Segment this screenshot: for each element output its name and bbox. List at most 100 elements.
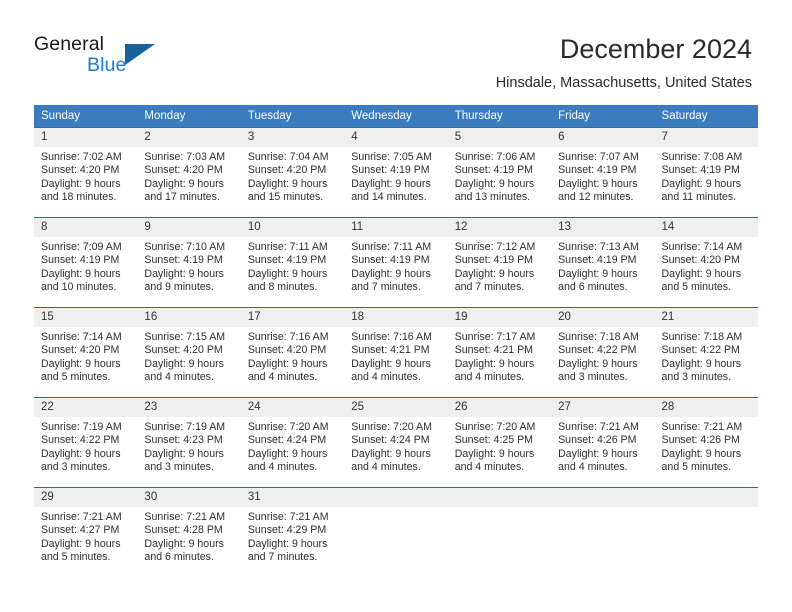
calendar-day-cell[interactable]: 19 Sunrise: 7:17 AM Sunset: 4:21 PM Dayligh… [447,307,552,397]
calendar-day-cell[interactable]: 31 Sunrise: 7:21 AM Sunset: 4:29 PM Dayligh… [240,487,345,577]
calendar-day-cell[interactable]: 26 Sunrise: 7:20 AM Sunset: 4:25 PM Dayligh… [447,397,552,487]
day-cell-inner: 9 Sunrise: 7:10 AM Sunset: 4:19 PM Daylight… [137,217,241,307]
calendar-page: General Blue December 2024 Hinsdale, Mas… [0,0,792,612]
calendar-day-cell[interactable] [447,487,552,577]
sunset-text: Sunset: 4:19 PM [351,254,430,267]
day-cell-inner: 15 Sunrise: 7:14 AM Sunset: 4:20 PM Dayligh… [34,307,138,397]
day-cell-inner: 8 Sunrise: 7:09 AM Sunset: 4:19 PM Daylight… [34,217,138,307]
day-details: Sunrise: 7:15 AM Sunset: 4:20 PM Daylight:… [137,327,240,384]
sunset-text: Sunset: 4:27 PM [41,524,120,537]
day-number: 3 [240,128,345,147]
day-number: 11 [344,218,448,237]
calendar-day-cell[interactable]: 4 Sunrise: 7:05 AM Sunset: 4:19 PM Daylight… [344,127,448,217]
sunset-text: Sunset: 4:19 PM [247,254,327,267]
calendar-day-cell[interactable]: 7 Sunrise: 7:08 AM Sunset: 4:19 PM Daylight… [654,127,758,217]
sunset-text: Sunset: 4:21 PM [351,344,430,357]
daylight-text: Daylight: 9 hours and 11 minutes. [661,177,742,203]
day-number: 27 [551,398,655,417]
calendar-day-cell[interactable]: 6 Sunrise: 7:07 AM Sunset: 4:19 PM Daylight… [551,127,655,217]
sunrise-text: Sunrise: 7:14 AM [41,331,122,343]
daylight-text: Daylight: 9 hours and 15 minutes. [247,177,328,203]
daylight-text: Daylight: 9 hours and 17 minutes. [144,177,224,203]
calendar-day-cell[interactable]: 24 Sunrise: 7:20 AM Sunset: 4:24 PM Dayligh… [240,397,345,487]
day-cell-inner: 23 Sunrise: 7:19 AM Sunset: 4:23 PM Dayligh… [137,397,241,487]
day-details: Sunrise: 7:14 AM Sunset: 4:20 PM Daylight:… [34,327,137,384]
day-details: Sunrise: 7:18 AM Sunset: 4:22 PM Daylight:… [655,327,758,384]
daylight-text: Daylight: 9 hours and 4 minutes. [558,447,638,473]
calendar-day-cell[interactable]: 14 Sunrise: 7:14 AM Sunset: 4:20 PM Dayligh… [654,217,758,307]
calendar-day-cell[interactable]: 16 Sunrise: 7:15 AM Sunset: 4:20 PM Dayligh… [137,307,241,397]
calendar-day-cell[interactable]: 11 Sunrise: 7:11 AM Sunset: 4:19 PM Dayligh… [344,217,448,307]
calendar-day-cell[interactable]: 29 Sunrise: 7:21 AM Sunset: 4:27 PM Dayligh… [34,487,138,577]
calendar-day-cell[interactable]: 8 Sunrise: 7:09 AM Sunset: 4:19 PM Daylight… [34,217,138,307]
daylight-text: Daylight: 9 hours and 4 minutes. [351,447,431,473]
sunset-text: Sunset: 4:24 PM [247,434,327,447]
sunset-text: Sunset: 4:19 PM [351,164,430,177]
calendar-day-cell[interactable]: 23 Sunrise: 7:19 AM Sunset: 4:23 PM Dayligh… [137,397,241,487]
sunrise-sunset-calendar: Sunday Monday Tuesday Wednesday Thursday… [34,105,758,577]
day-number: 4 [344,128,448,147]
sunrise-text: Sunrise: 7:17 AM [454,331,536,343]
calendar-day-cell[interactable]: 27 Sunrise: 7:21 AM Sunset: 4:26 PM Dayligh… [551,397,655,487]
calendar-day-cell[interactable] [654,487,758,577]
calendar-day-cell[interactable]: 25 Sunrise: 7:20 AM Sunset: 4:24 PM Dayligh… [344,397,448,487]
sunrise-text: Sunrise: 7:18 AM [661,331,743,343]
sunset-text: Sunset: 4:19 PM [41,254,120,267]
sunrise-text: Sunrise: 7:03 AM [144,151,226,163]
day-cell-inner: 5 Sunrise: 7:06 AM Sunset: 4:19 PM Daylight… [447,127,552,217]
calendar-day-cell[interactable]: 10 Sunrise: 7:11 AM Sunset: 4:19 PM Dayligh… [240,217,345,307]
sunrise-text: Sunrise: 7:09 AM [41,241,122,253]
day-number: 18 [344,308,448,327]
calendar-day-cell[interactable]: 17 Sunrise: 7:16 AM Sunset: 4:20 PM Dayligh… [240,307,345,397]
sunrise-text: Sunrise: 7:16 AM [351,331,432,343]
day-details: Sunrise: 7:18 AM Sunset: 4:22 PM Daylight:… [551,327,654,384]
daylight-text: Daylight: 9 hours and 6 minutes. [558,267,638,293]
day-cell-inner: 4 Sunrise: 7:05 AM Sunset: 4:19 PM Daylight… [344,127,448,217]
sunrise-text: Sunrise: 7:21 AM [144,511,226,523]
weekday-header-saturday: Saturday [654,105,758,127]
calendar-day-cell[interactable]: 9 Sunrise: 7:10 AM Sunset: 4:19 PM Daylight… [137,217,241,307]
day-details: Sunrise: 7:16 AM Sunset: 4:20 PM Daylight:… [241,327,344,384]
calendar-day-cell[interactable] [551,487,655,577]
day-number [551,488,655,507]
day-cell-inner [344,487,448,577]
sunset-text: Sunset: 4:20 PM [41,344,120,357]
day-cell-inner [447,487,552,577]
generalblue-logo[interactable]: General Blue [34,33,234,83]
calendar-week-row: 8 Sunrise: 7:09 AM Sunset: 4:19 PM Daylight… [34,217,758,307]
day-details: Sunrise: 7:21 AM Sunset: 4:27 PM Daylight:… [34,507,137,564]
daylight-text: Daylight: 9 hours and 7 minutes. [351,267,431,293]
calendar-day-cell[interactable]: 13 Sunrise: 7:13 AM Sunset: 4:19 PM Dayligh… [551,217,655,307]
day-details: Sunrise: 7:10 AM Sunset: 4:19 PM Daylight:… [137,237,240,294]
day-cell-inner: 17 Sunrise: 7:16 AM Sunset: 4:20 PM Dayligh… [240,307,345,397]
calendar-day-cell[interactable]: 18 Sunrise: 7:16 AM Sunset: 4:21 PM Dayligh… [344,307,448,397]
calendar-day-cell[interactable]: 22 Sunrise: 7:19 AM Sunset: 4:22 PM Dayligh… [34,397,138,487]
calendar-day-cell[interactable] [344,487,448,577]
day-details: Sunrise: 7:05 AM Sunset: 4:19 PM Daylight:… [344,147,447,204]
daylight-text: Daylight: 9 hours and 12 minutes. [558,177,638,203]
calendar-day-cell[interactable]: 12 Sunrise: 7:12 AM Sunset: 4:19 PM Dayligh… [447,217,552,307]
day-number: 25 [344,398,448,417]
calendar-day-cell[interactable]: 1 Sunrise: 7:02 AM Sunset: 4:20 PM Daylight… [34,127,138,217]
daylight-text: Daylight: 9 hours and 10 minutes. [41,267,121,293]
calendar-day-cell[interactable]: 15 Sunrise: 7:14 AM Sunset: 4:20 PM Dayligh… [34,307,138,397]
calendar-day-cell[interactable]: 5 Sunrise: 7:06 AM Sunset: 4:19 PM Daylight… [447,127,552,217]
calendar-day-cell[interactable]: 30 Sunrise: 7:21 AM Sunset: 4:28 PM Dayligh… [137,487,241,577]
sunset-text: Sunset: 4:29 PM [247,524,327,537]
day-cell-inner: 2 Sunrise: 7:03 AM Sunset: 4:20 PM Daylight… [137,127,241,217]
daylight-text: Daylight: 9 hours and 4 minutes. [454,357,535,383]
calendar-day-cell[interactable]: 3 Sunrise: 7:04 AM Sunset: 4:20 PM Daylight… [240,127,345,217]
calendar-day-cell[interactable]: 28 Sunrise: 7:21 AM Sunset: 4:26 PM Dayligh… [654,397,758,487]
sunrise-text: Sunrise: 7:06 AM [454,151,536,163]
day-details: Sunrise: 7:21 AM Sunset: 4:29 PM Daylight:… [241,507,344,564]
day-cell-inner: 6 Sunrise: 7:07 AM Sunset: 4:19 PM Daylight… [551,127,655,217]
daylight-text: Daylight: 9 hours and 3 minutes. [144,447,224,473]
calendar-day-cell[interactable]: 20 Sunrise: 7:18 AM Sunset: 4:22 PM Dayligh… [551,307,655,397]
calendar-day-cell[interactable]: 2 Sunrise: 7:03 AM Sunset: 4:20 PM Daylight… [137,127,241,217]
day-number: 16 [137,308,241,327]
weekday-header-row: Sunday Monday Tuesday Wednesday Thursday… [34,105,758,127]
day-number: 24 [240,398,345,417]
calendar-day-cell[interactable]: 21 Sunrise: 7:18 AM Sunset: 4:22 PM Dayligh… [654,307,758,397]
day-number: 9 [137,218,241,237]
daylight-text: Daylight: 9 hours and 8 minutes. [247,267,328,293]
